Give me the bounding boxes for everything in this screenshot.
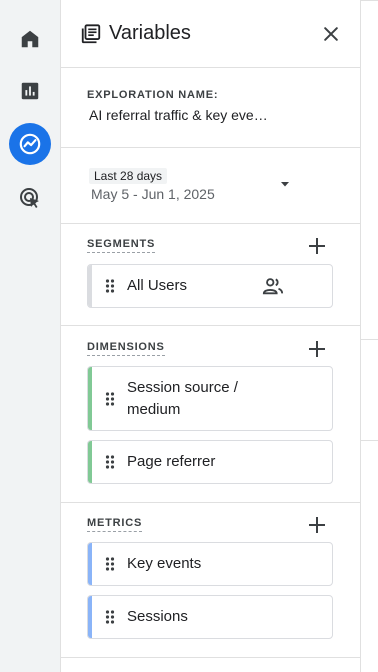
dimension-label: Session source / medium [127, 379, 238, 418]
metrics-section: METRICS Key events Sessions [61, 503, 361, 658]
metric-chip-key-events[interactable]: Key events [87, 542, 333, 586]
segment-color-bar [88, 265, 92, 307]
panel-title: Variables [109, 22, 191, 44]
divider [361, 0, 378, 1]
drag-handle-icon[interactable] [105, 454, 115, 470]
date-range-text: May 5 - Jun 1, 2025 [91, 186, 215, 202]
metric-label: Sessions [127, 608, 188, 625]
users-icon [262, 278, 284, 295]
explore-button[interactable] [9, 123, 51, 165]
variables-panel: Variables EXPLORATION NAME: AI referral … [61, 0, 361, 672]
metric-chip-sessions[interactable]: Sessions [87, 595, 333, 639]
segment-label: All Users [127, 277, 188, 294]
segments-title: SEGMENTS [87, 238, 156, 253]
metric-label: Key events [127, 555, 202, 572]
segment-chip-all-users[interactable]: All Users [87, 264, 333, 308]
home-button[interactable] [9, 18, 51, 60]
canvas-edge [361, 0, 378, 672]
variables-icon [81, 24, 101, 44]
explore-icon [19, 133, 41, 155]
reports-button[interactable] [9, 70, 51, 112]
divider [361, 339, 378, 340]
navigation-rail [0, 0, 61, 672]
date-preset-chip: Last 28 days [89, 168, 168, 184]
chevron-down-icon[interactable] [279, 178, 291, 190]
drag-handle-icon[interactable] [105, 278, 115, 294]
dimensions-section: DIMENSIONS Session source / medium Page … [61, 326, 361, 503]
home-icon [21, 30, 39, 48]
dimensions-title: DIMENSIONS [87, 341, 165, 356]
metric-color-bar [88, 543, 92, 585]
date-range-section[interactable]: Last 28 days May 5 - Jun 1, 2025 [61, 148, 361, 224]
dimension-chip-page-referrer[interactable]: Page referrer [87, 440, 333, 484]
metric-color-bar [88, 596, 92, 638]
advertising-button[interactable] [9, 177, 51, 219]
add-segment-icon[interactable] [307, 236, 327, 256]
divider [361, 440, 378, 441]
drag-handle-icon[interactable] [105, 609, 115, 625]
drag-handle-icon[interactable] [105, 391, 115, 407]
advertising-icon [20, 188, 39, 208]
close-icon[interactable] [321, 24, 341, 44]
panel-header: Variables [61, 0, 361, 68]
segments-section: SEGMENTS All Users [61, 224, 361, 326]
exploration-name-label: EXPLORATION NAME: [87, 89, 219, 101]
add-metric-icon[interactable] [307, 515, 327, 535]
dimension-color-bar [88, 441, 92, 483]
dimension-color-bar [88, 367, 92, 430]
dimension-chip-session-source-medium[interactable]: Session source / medium [87, 366, 333, 431]
reports-icon [21, 82, 39, 100]
dimension-label: Page referrer [127, 453, 216, 470]
add-dimension-icon[interactable] [307, 339, 327, 359]
exploration-name-field[interactable]: AI referral traffic & key eve… [89, 107, 329, 123]
drag-handle-icon[interactable] [105, 556, 115, 572]
exploration-name-section: EXPLORATION NAME: AI referral traffic & … [61, 68, 361, 148]
metrics-title: METRICS [87, 517, 143, 532]
